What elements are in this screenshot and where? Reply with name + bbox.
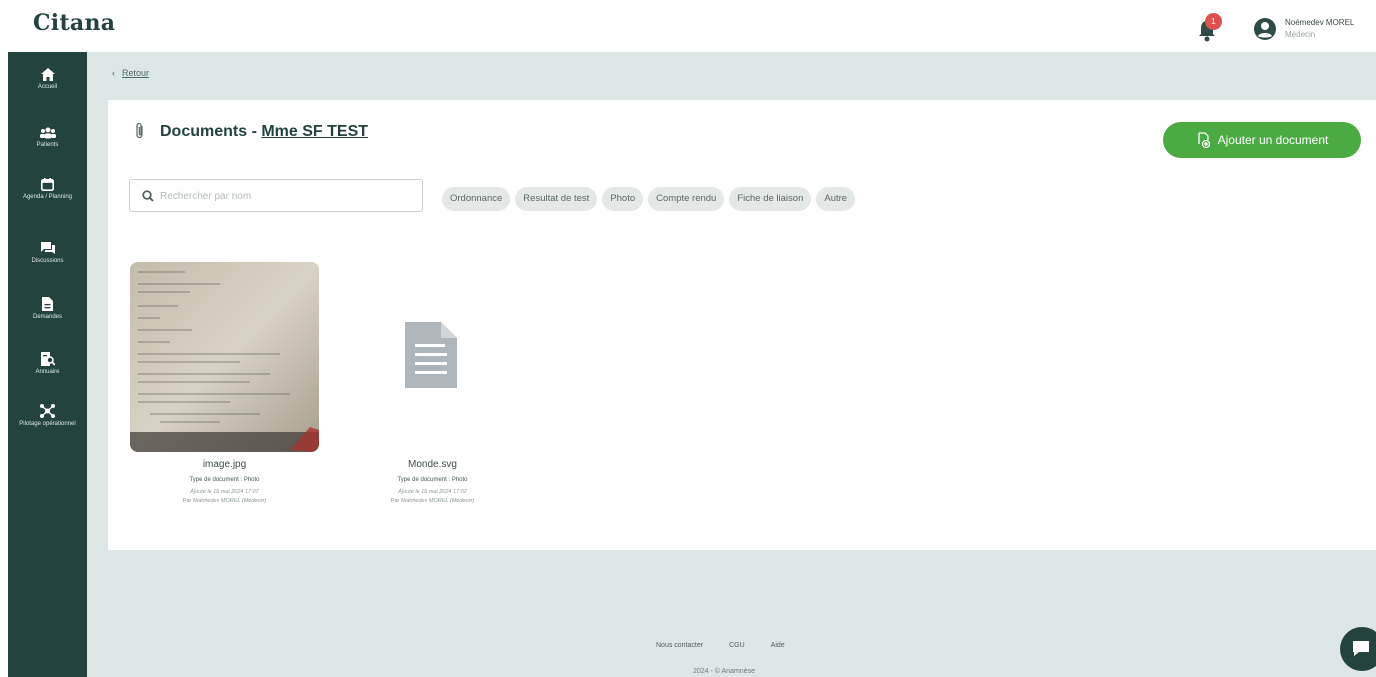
top-bar: Citana 1 Noémedev MOREL Médecin (0, 0, 1376, 52)
footer-links: Nous contacter CGU Aide (656, 642, 785, 649)
file-type-value: Photo (451, 477, 468, 483)
page-title: Documents - Mme SF TEST (160, 123, 368, 141)
chevron-left-icon: ‹ (112, 68, 115, 78)
sidebar-item-accueil[interactable]: Accueil (8, 68, 87, 91)
file-type-label: Type de document : (397, 477, 451, 483)
paperclip-icon (134, 122, 146, 145)
filter-chip-ordonnance[interactable]: Ordonnance (442, 187, 511, 211)
filter-chip-autre[interactable]: Autre (816, 187, 856, 211)
user-role: Médecin (1285, 30, 1316, 39)
chat-support-button[interactable] (1340, 627, 1376, 671)
filter-chip-photo[interactable]: Photo (602, 187, 644, 211)
search-icon (142, 190, 154, 202)
file-card-svg: Monde.svg Type de document : Photo Ajout… (338, 459, 527, 506)
home-icon (40, 68, 55, 81)
patient-name-link[interactable]: Mme SF TEST (261, 123, 368, 140)
file-name[interactable]: Monde.svg (338, 459, 527, 470)
file-type-value: Photo (243, 477, 260, 483)
network-icon (40, 404, 55, 418)
user-name[interactable]: Noémedev MOREL (1285, 18, 1354, 27)
page-title-prefix: Documents - (160, 123, 262, 140)
filter-chips: Ordonnance Resultat de test Photo Compte… (442, 187, 856, 211)
user-avatar-icon[interactable] (1253, 17, 1277, 41)
search-input[interactable] (160, 186, 410, 206)
chat-icon (40, 242, 55, 254)
sidebar-item-pilotage[interactable]: Pilotage opérationnel (8, 404, 87, 428)
document-icon (42, 297, 53, 311)
copyright: 2024 - © Anamnèse (693, 668, 755, 675)
file-type: Type de document : Photo (338, 477, 527, 483)
calendar-icon (41, 178, 54, 191)
sidebar-item-annuaire[interactable]: Annuaire (8, 352, 87, 376)
footer-link-aide[interactable]: Aide (771, 642, 785, 649)
sidebar-item-discussions[interactable]: Discussions (8, 242, 87, 265)
search-box (129, 179, 423, 212)
file-card-image: image.jpg Type de document : Photo Ajout… (130, 459, 319, 506)
add-document-button-label: Ajouter un document (1217, 133, 1329, 147)
photo-preview-image (130, 262, 319, 452)
file-type-label: Type de document : (189, 477, 243, 483)
sidebar-item-label: Demandes (32, 314, 62, 320)
back-link-label: Retour (122, 68, 150, 78)
sidebar-item-label: Agenda / Planning (22, 194, 73, 200)
sidebar-item-label: Accueil (37, 84, 58, 90)
filter-chip-fiche-de-liaison[interactable]: Fiche de liaison (729, 187, 812, 211)
file-thumbnail-image[interactable] (130, 262, 319, 452)
file-name[interactable]: image.jpg (130, 459, 319, 470)
sidebar: Accueil Patients Agenda / Planning Discu… (8, 52, 87, 677)
filter-chip-resultat-de-test[interactable]: Resultat de test (515, 187, 598, 211)
sidebar-item-agenda[interactable]: Agenda / Planning (8, 178, 87, 201)
file-type: Type de document : Photo (130, 477, 319, 483)
directory-icon (40, 352, 55, 366)
chat-bubble-icon (1353, 641, 1369, 656)
sidebar-item-patients[interactable]: Patients (8, 127, 87, 149)
footer-link-cgu[interactable]: CGU (729, 642, 745, 649)
filter-chip-compte-rendu[interactable]: Compte rendu (648, 187, 725, 211)
footer-link-contact[interactable]: Nous contacter (656, 642, 703, 649)
sidebar-item-demandes[interactable]: Demandes (8, 297, 87, 321)
file-uploader: Par Noémedev MOREL (Médecin) (182, 498, 267, 504)
file-upload-date: Ajouté le 16 mai 2024 17:07 (190, 489, 259, 495)
file-uploader: Par Noémedev MOREL (Médecin) (390, 498, 475, 504)
file-document-icon (405, 322, 457, 388)
people-icon (39, 127, 56, 139)
sidebar-item-label: Annuaire (35, 369, 60, 375)
file-thumbnail-svg[interactable] (405, 322, 457, 393)
sidebar-item-label: Discussions (31, 258, 64, 264)
app-logo[interactable]: Citana (33, 10, 115, 36)
sidebar-item-label: Patients (36, 142, 59, 148)
file-upload-date: Ajouté le 16 mai 2024 17:02 (398, 489, 467, 495)
sidebar-item-label: Pilotage opérationnel (19, 421, 76, 427)
back-link[interactable]: ‹ Retour (112, 68, 149, 78)
add-document-button[interactable]: Ajouter un document (1163, 122, 1361, 158)
upload-document-icon (1197, 132, 1210, 148)
notification-badge: 1 (1205, 13, 1222, 30)
